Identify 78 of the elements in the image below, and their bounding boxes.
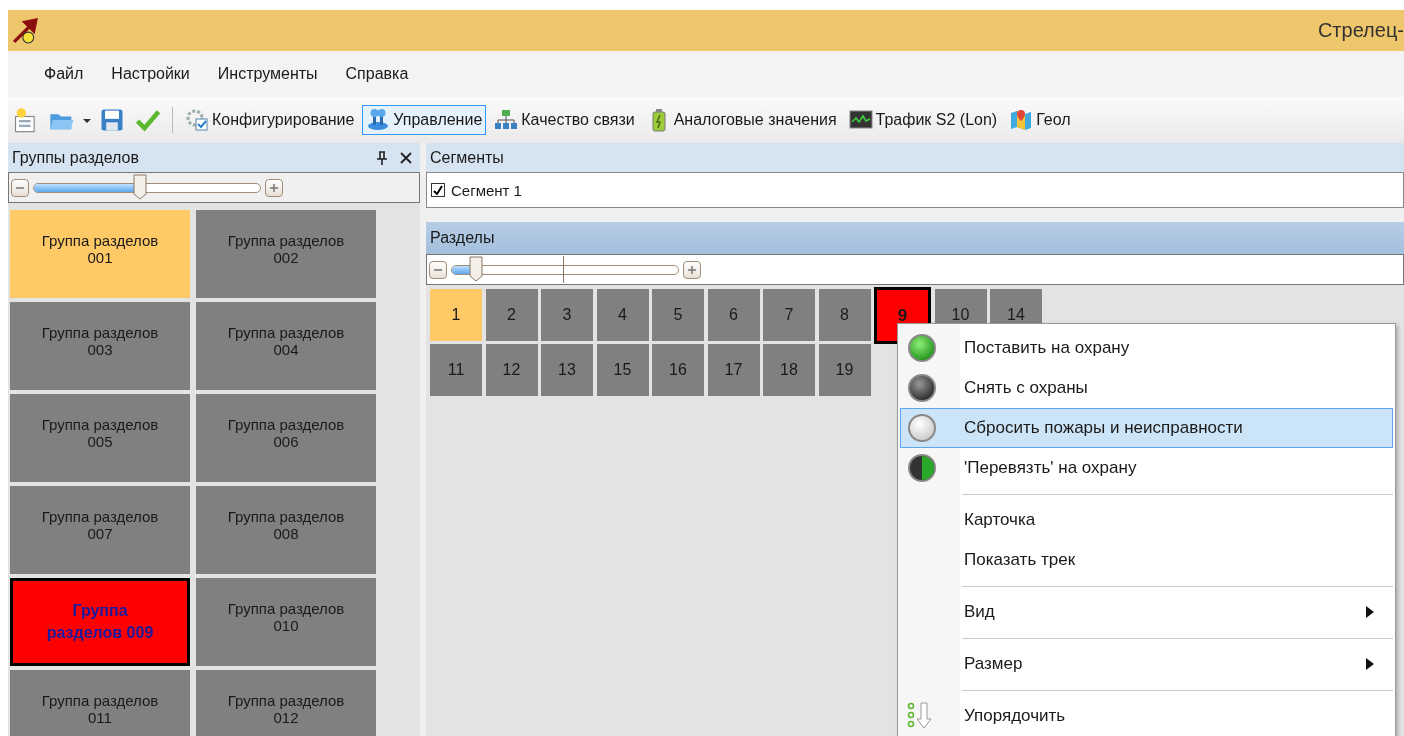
status-lamp-icon — [907, 373, 937, 403]
toolbar-button[interactable]: Геол — [1005, 105, 1075, 135]
app-icon — [12, 17, 38, 44]
section-tile[interactable]: 17 — [707, 344, 760, 396]
monitor-icon — [848, 108, 873, 132]
check-icon — [432, 184, 444, 196]
section-tile[interactable]: 13 — [541, 344, 593, 396]
section-tile[interactable]: 19 — [818, 344, 871, 396]
tick-mark — [562, 256, 564, 283]
panel-title: Сегменты — [430, 148, 505, 167]
section-tile[interactable]: 4 — [596, 289, 649, 341]
menu-item[interactable]: Настройки — [97, 61, 204, 87]
menu-item[interactable]: Карточка — [900, 500, 1393, 540]
group-tile[interactable]: Группа разделов 001 — [10, 210, 190, 298]
slider-thumb[interactable] — [469, 256, 484, 282]
slider[interactable] — [33, 174, 261, 201]
group-tile[interactable]: Группа разделов 004 — [196, 302, 376, 390]
section-tile[interactable]: 5 — [652, 289, 704, 341]
group-tile[interactable]: Группа разделов 011 — [10, 670, 190, 736]
submenu-arrow-icon — [1366, 606, 1374, 618]
menu-item[interactable]: Сбросить пожары и неисправности — [900, 408, 1393, 448]
checkbox[interactable] — [431, 183, 445, 197]
menu-item[interactable]: Упорядочить — [900, 696, 1393, 736]
network-icon — [494, 108, 519, 132]
group-tile[interactable]: Группа разделов 008 — [196, 486, 376, 574]
close-icon[interactable] — [398, 149, 414, 166]
toolbar-button[interactable]: Качество связи — [490, 105, 639, 135]
section-tile[interactable]: 15 — [596, 344, 649, 396]
section-tile[interactable]: 2 — [485, 289, 538, 341]
toolbar-button[interactable]: Управление — [362, 105, 487, 135]
status-lamp-icon — [907, 413, 937, 443]
section-tile[interactable]: 16 — [652, 344, 704, 396]
menu-item[interactable]: Показать трек — [900, 540, 1393, 580]
zoom-in-button[interactable] — [683, 260, 701, 279]
menu-item[interactable]: Справка — [331, 61, 423, 87]
window-title: Стрелец- — [1317, 19, 1404, 42]
menu-item[interactable]: 'Перевязть' на охрану — [900, 448, 1393, 488]
section-tile[interactable]: 8 — [818, 289, 871, 341]
group-tile[interactable]: Группа разделов 012 — [196, 670, 376, 736]
menu-item[interactable]: Инструменты — [203, 61, 332, 87]
section-tile[interactable]: 1 — [430, 289, 482, 341]
slider-thumb[interactable] — [133, 174, 148, 200]
section-tile[interactable]: 6 — [707, 289, 760, 341]
panel-title: Группы разделов — [12, 148, 140, 167]
submenu-arrow-icon — [1366, 658, 1374, 670]
zoom-out-button[interactable] — [11, 178, 29, 197]
zoom-in-button[interactable] — [265, 178, 283, 197]
section-tile[interactable]: 11 — [430, 344, 482, 396]
section-tile[interactable]: 3 — [541, 289, 593, 341]
zoom-out-button[interactable] — [429, 260, 447, 279]
group-tile[interactable]: Группа разделов 006 — [196, 394, 376, 482]
group-tile[interactable]: Группа разделов 007 — [10, 486, 190, 574]
menu-item[interactable]: Снять с охраны — [900, 368, 1393, 408]
menu-item[interactable]: Вид — [900, 592, 1393, 632]
group-tile[interactable]: Группа разделов 009 — [10, 578, 190, 666]
panel-title: Разделы — [430, 229, 496, 247]
group-tile[interactable]: Группа разделов 002 — [196, 210, 376, 298]
section-tile[interactable]: 12 — [485, 344, 538, 396]
pin-icon[interactable] — [374, 149, 390, 166]
group-tile[interactable]: Группа разделов 005 — [10, 394, 190, 482]
status-lamp-icon — [907, 333, 937, 363]
plus-icon — [269, 182, 279, 193]
group-tile[interactable]: Группа разделов 010 — [196, 578, 376, 666]
toolbar-button[interactable]: Аналоговые значения — [642, 105, 841, 135]
group-tile[interactable]: Группа разделов 003 — [10, 302, 190, 390]
menu-item[interactable]: Размер — [900, 644, 1393, 684]
section-tile[interactable]: 7 — [763, 289, 815, 341]
menu-item[interactable]: Файл — [30, 61, 98, 87]
checkbox-label: Сегмент 1 — [451, 181, 522, 199]
joystick-icon — [366, 108, 391, 132]
map-icon — [1009, 108, 1034, 132]
gear-icon — [185, 108, 209, 132]
section-tile[interactable]: 18 — [763, 344, 815, 396]
plus-icon — [687, 264, 697, 275]
toolbar-button[interactable]: Конфигурирование — [181, 105, 359, 135]
half-filled-lamp-icon — [907, 453, 937, 483]
toolbar-button[interactable]: Трафик S2 (Lon) — [844, 105, 1002, 135]
slider[interactable] — [451, 256, 679, 283]
